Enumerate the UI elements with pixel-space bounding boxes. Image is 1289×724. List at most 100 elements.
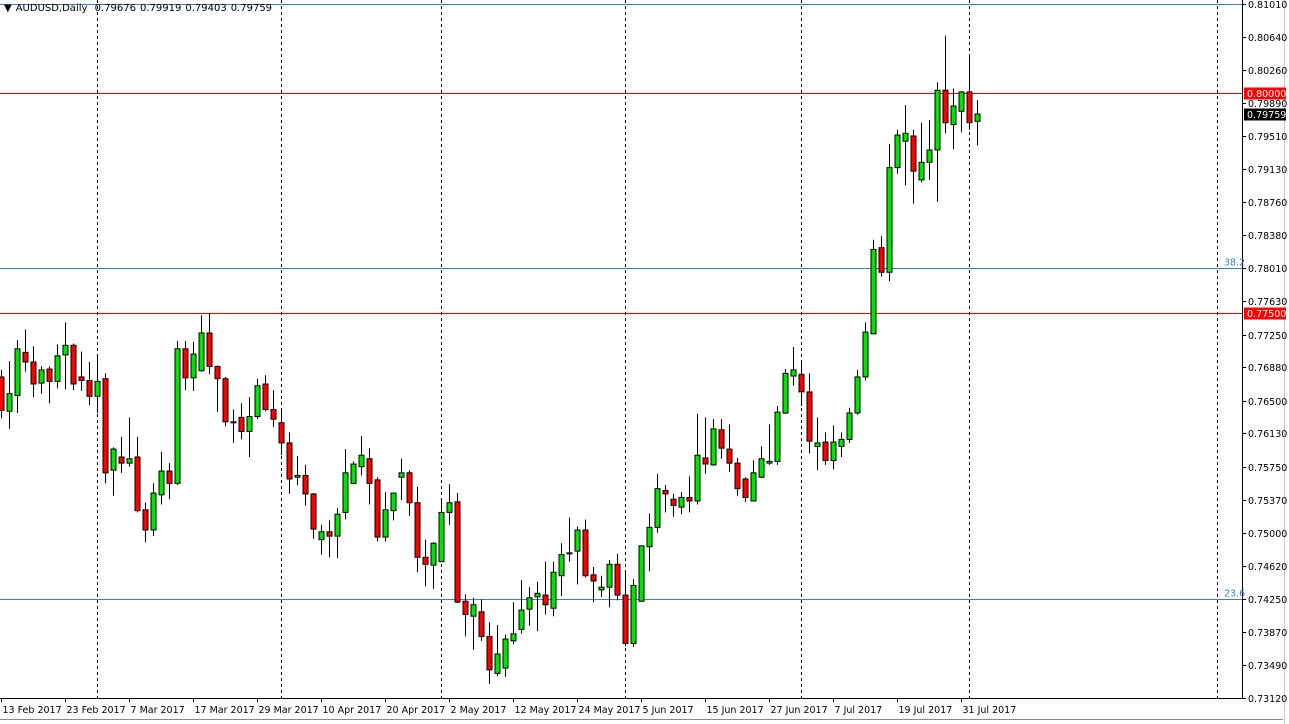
- candle-bullish: [38, 369, 45, 384]
- price-tick-label: 0.79890: [1248, 99, 1287, 110]
- candle-bullish: [246, 416, 253, 432]
- time-tick-label: 23 Feb 2017: [67, 705, 126, 716]
- candle-bullish: [630, 584, 637, 644]
- candle-bearish: [374, 479, 381, 538]
- candle-bullish: [510, 633, 517, 642]
- candle-bearish: [662, 489, 669, 495]
- candle-bullish: [918, 161, 925, 181]
- candle-bearish: [238, 416, 245, 432]
- candle-bearish: [118, 456, 125, 464]
- candle-bullish: [838, 438, 845, 447]
- candle-bearish: [726, 448, 733, 464]
- candle-bullish: [94, 380, 101, 397]
- ohlc-low: 0.79403: [185, 3, 227, 14]
- price-tick-label: 0.80260: [1248, 66, 1287, 77]
- time-tick-label: 7 Mar 2017: [131, 705, 185, 716]
- candle-bullish: [158, 470, 165, 496]
- candle-bullish: [886, 167, 893, 273]
- candle-bearish: [134, 456, 141, 512]
- candle-bearish: [142, 509, 149, 531]
- candle-bearish: [182, 348, 189, 379]
- candle-bullish: [174, 348, 181, 484]
- candle-bearish: [206, 332, 213, 367]
- candle-bullish: [710, 428, 717, 466]
- candle-bearish: [0, 376, 5, 411]
- candle-bearish: [46, 368, 53, 382]
- candle-bearish: [582, 529, 589, 577]
- price-tick-label: 0.75370: [1248, 496, 1287, 507]
- candle-bullish: [190, 353, 197, 379]
- time-tick-label: 12 May 2017: [515, 705, 577, 716]
- candle-bearish: [878, 247, 885, 273]
- candle-bullish: [950, 105, 957, 126]
- candle-bullish: [934, 89, 941, 151]
- candle-bearish: [718, 429, 725, 449]
- candle-bearish: [942, 89, 949, 124]
- price-marker-label: 0.77500: [1247, 309, 1286, 320]
- candle-bearish: [822, 441, 829, 462]
- fib-level-label: 23.6: [1224, 589, 1245, 600]
- candle-bullish: [894, 134, 901, 169]
- candle-bullish: [334, 513, 341, 537]
- time-tick-label: 2 May 2017: [451, 705, 507, 716]
- candle-bearish: [286, 442, 293, 480]
- price-tick-label: 0.81010: [1248, 0, 1287, 11]
- candle-bearish: [78, 376, 85, 381]
- candle-bullish: [862, 331, 869, 378]
- candle-bearish: [310, 493, 317, 530]
- time-tick-label: 20 Apr 2017: [387, 705, 446, 716]
- candle-bullish: [830, 441, 837, 462]
- candle-bearish: [622, 594, 629, 644]
- candle-bearish: [414, 502, 421, 558]
- price-tick-label: 0.77630: [1248, 297, 1287, 308]
- candle-bullish: [14, 348, 21, 396]
- candle-bearish: [222, 378, 229, 423]
- time-tick-label: 24 May 2017: [579, 705, 641, 716]
- candle-bearish: [702, 457, 709, 465]
- candle-bullish: [294, 474, 301, 478]
- time-tick-label: 29 Mar 2017: [259, 705, 319, 716]
- candle-bullish: [446, 502, 453, 513]
- candle-bullish: [694, 454, 701, 502]
- candle-bullish: [958, 91, 965, 112]
- candle-bearish: [454, 501, 461, 603]
- price-tick-label: 0.78380: [1248, 231, 1287, 242]
- candle-bearish: [366, 458, 373, 484]
- candlestick-chart[interactable]: 0.81010 0.80640 0.80260 0.79890 0.79510 0.791…: [0, 0, 1289, 724]
- time-tick-label: 19 Jul 2017: [899, 705, 953, 716]
- time-tick-label: 7 Jul 2017: [835, 705, 883, 716]
- candle-bullish: [678, 496, 685, 508]
- candle-bullish: [902, 132, 909, 142]
- price-tick-label: 0.74620: [1248, 562, 1287, 573]
- price-tick-label: 0.78010: [1248, 264, 1287, 275]
- price-tick-label: 0.73870: [1248, 628, 1287, 639]
- price-tick-label: 0.76500: [1248, 397, 1287, 408]
- price-marker-label: 0.80000: [1247, 89, 1286, 100]
- candle-bearish: [734, 462, 741, 490]
- candle-bullish: [566, 552, 573, 555]
- candle-bullish: [638, 545, 645, 602]
- dropdown-triangle-icon[interactable]: ▼: [4, 3, 12, 14]
- candle-bullish: [62, 344, 69, 356]
- time-tick-label: 13 Feb 2017: [3, 705, 62, 716]
- candle-bearish: [590, 574, 597, 582]
- candle-bullish: [126, 458, 133, 464]
- candle-bullish: [646, 526, 653, 548]
- candle-bearish: [278, 422, 285, 444]
- candle-bullish: [6, 393, 13, 412]
- candle-bearish: [798, 373, 805, 393]
- candle-bullish: [254, 385, 261, 418]
- price-tick-label: 0.76880: [1248, 363, 1287, 374]
- candle-bullish: [766, 460, 773, 464]
- candle-bearish: [102, 378, 109, 474]
- ohlc-open: 0.79676: [94, 3, 136, 14]
- candle-bullish: [150, 492, 157, 531]
- symbol-timeframe: AUDUSD,Daily: [15, 3, 88, 14]
- candle-bullish: [494, 653, 501, 674]
- candle-bullish: [550, 571, 557, 609]
- candle-bullish: [518, 609, 525, 630]
- candle-bullish: [358, 454, 365, 468]
- price-tick-label: 0.78760: [1248, 198, 1287, 209]
- candle-bullish: [198, 332, 205, 372]
- candle-bullish: [814, 442, 821, 447]
